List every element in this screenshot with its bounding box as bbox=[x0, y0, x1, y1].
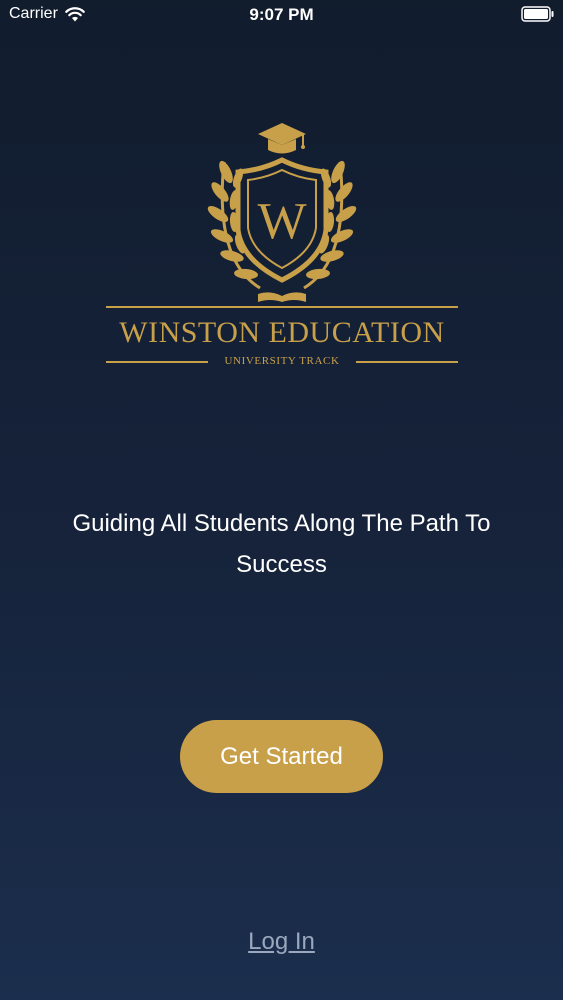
get-started-button[interactable]: Get Started bbox=[180, 720, 383, 793]
laurel-crest-icon: W bbox=[207, 123, 357, 302]
tagline: Guiding All Students Along The Path To S… bbox=[72, 510, 491, 578]
brand-name: WINSTON EDUCATION bbox=[119, 316, 445, 349]
status-bar: Carrier 9:07 PM bbox=[0, 0, 563, 30]
logo-divider-right bbox=[356, 361, 458, 363]
status-time: 9:07 PM bbox=[249, 5, 314, 24]
monogram-letter: W bbox=[257, 193, 306, 250]
log-in-link[interactable]: Log In bbox=[0, 928, 563, 956]
battery-icon bbox=[521, 6, 554, 22]
winston-education-logo: W WINSTON EDUCATION UNIVERSITY TRACK bbox=[100, 120, 464, 375]
logo-divider-top bbox=[106, 306, 458, 308]
